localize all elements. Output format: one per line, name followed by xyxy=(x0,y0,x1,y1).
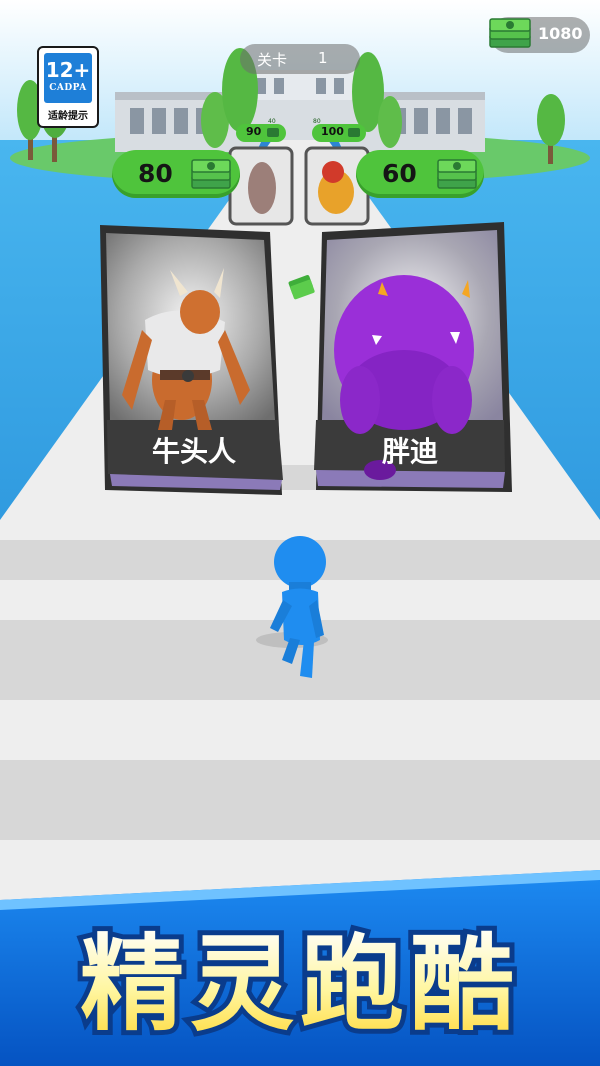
game-scene xyxy=(0,0,600,1066)
level-label: 关卡 xyxy=(257,51,288,69)
cash-stack-icon xyxy=(191,159,231,189)
age-rating-tip: 适龄提示 xyxy=(48,111,88,122)
gate-name-right: 胖迪 xyxy=(381,435,438,468)
tiny-cost-left: 40 xyxy=(268,118,276,125)
tiny-cost-right: 80 xyxy=(313,118,321,125)
cash-stack-icon xyxy=(437,159,477,189)
far-gate-left-cost: 90 xyxy=(236,124,286,142)
far-gate-left-cost-value: 90 xyxy=(246,125,262,138)
banner-title-wrap: 精灵跑酷 xyxy=(0,918,600,1054)
cash-display: 1080 xyxy=(489,17,590,53)
level-indicator: 关卡 1 xyxy=(240,44,360,74)
age-rating-top: 12+ CADPA xyxy=(44,53,92,103)
banner-title: 精灵跑酷 xyxy=(80,923,520,1045)
gate-cost-right-value: 60 xyxy=(382,159,417,188)
age-rating-age: 12+ xyxy=(45,58,91,82)
cash-stack-icon xyxy=(489,18,531,48)
gate-name-left: 牛头人 xyxy=(151,435,236,468)
gate-cost-right: 60 xyxy=(356,150,484,198)
cash-value: 1080 xyxy=(538,24,583,43)
age-rating-badge: 12+ CADPA 适龄提示 xyxy=(37,46,99,128)
level-number: 1 xyxy=(318,49,328,67)
far-gate-left xyxy=(228,146,294,226)
gate-cost-left-value: 80 xyxy=(138,159,173,188)
banner-title-svg: 精灵跑酷 xyxy=(75,918,520,1050)
far-gate-right-cost-value: 100 xyxy=(321,125,344,138)
cash-mini-icon xyxy=(348,128,360,137)
age-rating-org: CADPA xyxy=(49,83,87,93)
far-gate-right-cost: 100 xyxy=(312,124,366,142)
gate-cost-left: 80 xyxy=(112,150,240,198)
cash-mini-icon xyxy=(267,128,279,137)
